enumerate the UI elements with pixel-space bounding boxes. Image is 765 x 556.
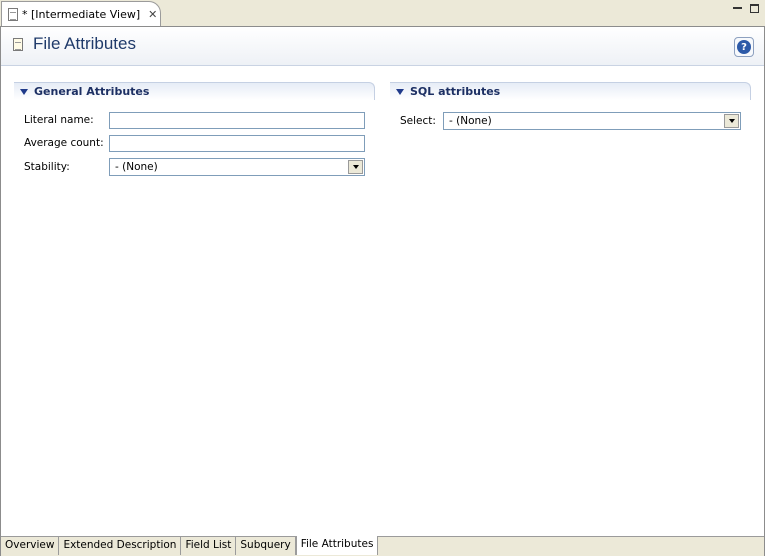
- section-title: General Attributes: [34, 85, 150, 98]
- collapse-triangle-icon[interactable]: [20, 88, 28, 95]
- stability-value: - (None): [115, 161, 158, 173]
- sql-attributes-header[interactable]: SQL attributes: [390, 82, 751, 100]
- literal-name-label: Literal name:: [24, 114, 94, 126]
- close-icon[interactable]: ✕: [148, 9, 157, 20]
- tab-overview[interactable]: Overview: [1, 537, 60, 555]
- select-label: Select:: [400, 115, 436, 127]
- chevron-down-icon[interactable]: [724, 114, 739, 128]
- sql-attributes-section: SQL attributes: [390, 82, 751, 100]
- document-icon: [13, 38, 23, 51]
- help-button[interactable]: ?: [734, 37, 754, 57]
- help-icon: ?: [737, 40, 751, 54]
- tab-subquery[interactable]: Subquery: [236, 537, 296, 555]
- maximize-icon[interactable]: [750, 4, 759, 13]
- stability-label: Stability:: [24, 161, 70, 173]
- general-attributes-header[interactable]: General Attributes: [14, 82, 375, 100]
- literal-name-input[interactable]: [109, 112, 365, 129]
- chevron-down-icon[interactable]: [348, 160, 363, 174]
- general-attributes-section: General Attributes: [14, 82, 375, 100]
- window-controls: [733, 4, 759, 13]
- editor-tab-strip: * [Intermediate View] ✕: [0, 0, 765, 27]
- tab-file-attributes[interactable]: File Attributes: [295, 536, 379, 555]
- minimize-icon[interactable]: [733, 4, 742, 9]
- document-icon: [8, 7, 18, 21]
- average-count-label: Average count:: [24, 137, 104, 149]
- select-dropdown[interactable]: - (None): [443, 112, 741, 130]
- select-value: - (None): [449, 115, 492, 127]
- stability-dropdown[interactable]: - (None): [109, 158, 365, 176]
- form-header: File Attributes ?: [1, 27, 764, 66]
- average-count-input[interactable]: [109, 135, 365, 152]
- editor-tab[interactable]: * [Intermediate View] ✕: [1, 1, 161, 26]
- page-tabs: Overview Extended Description Field List…: [1, 536, 764, 556]
- page-title: File Attributes: [33, 34, 136, 53]
- collapse-triangle-icon[interactable]: [396, 88, 404, 95]
- tab-field-list[interactable]: Field List: [181, 537, 237, 555]
- tab-extended-description[interactable]: Extended Description: [59, 537, 182, 555]
- section-title: SQL attributes: [410, 85, 501, 98]
- editor-tab-title: * [Intermediate View]: [22, 7, 141, 21]
